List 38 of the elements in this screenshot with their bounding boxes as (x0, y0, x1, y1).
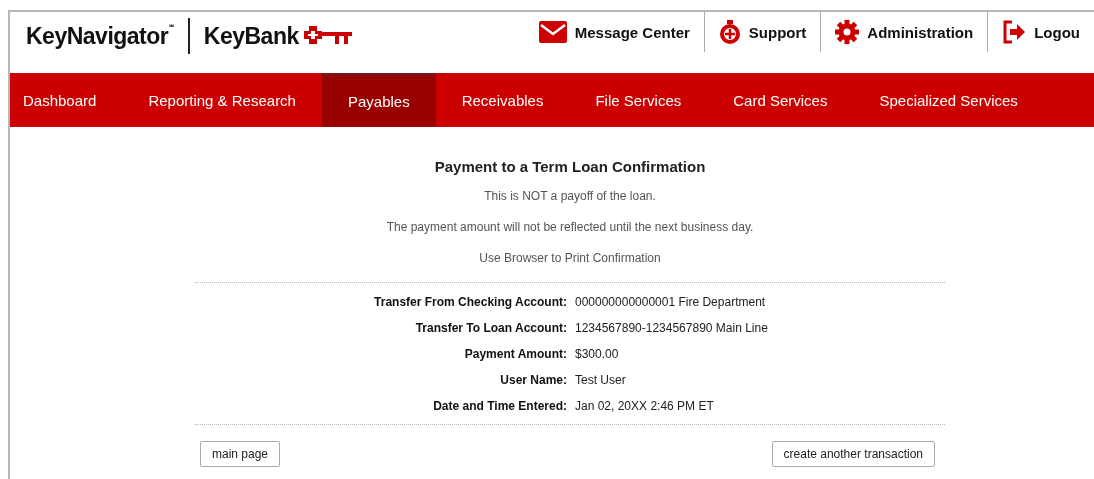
detail-value: 000000000000001 Fire Department (575, 294, 767, 311)
detail-label: Transfer From Checking Account: (373, 294, 567, 311)
link-label: Message Center (574, 23, 690, 41)
nav-tab[interactable]: Card Services (707, 73, 854, 127)
link-label: Administration (867, 23, 974, 41)
detail-label: User Name: (499, 372, 567, 389)
nav-tab[interactable]: Payables (321, 73, 436, 127)
key-icon (303, 25, 354, 47)
bank-logo: KeyBank (203, 22, 299, 50)
detail-value: Jan 02, 20XX 2:46 PM ET (575, 398, 715, 415)
header-link[interactable]: Support (703, 12, 821, 52)
header-link[interactable]: Logou (987, 12, 1094, 52)
link-label: Support (748, 23, 807, 41)
gear-icon (835, 20, 860, 44)
header-link[interactable]: Administration (820, 12, 988, 52)
nav-tab[interactable]: Receivables (435, 73, 570, 127)
nav-tab[interactable]: File Services (569, 73, 708, 127)
detail-label: Date and Time Entered: (432, 398, 567, 415)
link-label: Logou (1034, 23, 1080, 41)
product-logo: KeyNavigator$^{℠}$ (26, 22, 174, 50)
detail-value: Test User (575, 372, 627, 389)
lifebuoy-icon (718, 19, 741, 45)
detail-value: $300.00 (575, 346, 620, 363)
page-title: Payment to a Term Loan Confirmation (434, 158, 706, 175)
nav-tab[interactable]: Specialized Services (853, 73, 1044, 127)
action-button[interactable]: main page (200, 441, 281, 467)
nav-tab[interactable]: Reporting & Research (122, 73, 322, 127)
header-link[interactable]: Message Center (524, 12, 704, 52)
envelope-icon (538, 21, 567, 43)
logout-icon (1002, 20, 1027, 44)
action-button[interactable]: create another transaction (771, 441, 935, 467)
info-note: This is NOT a payoff of the loan. (484, 189, 656, 203)
info-note: The payment amount will not be reflected until the next business day. (386, 220, 754, 234)
info-note: Use Browser to Print Confirmation (479, 251, 661, 265)
detail-label: Transfer To Loan Account: (414, 320, 567, 337)
nav-tab[interactable]: Dashboard (10, 73, 123, 127)
detail-value: 1234567890-1234567890 Main Line (575, 320, 769, 337)
detail-label: Payment Amount: (463, 346, 567, 363)
